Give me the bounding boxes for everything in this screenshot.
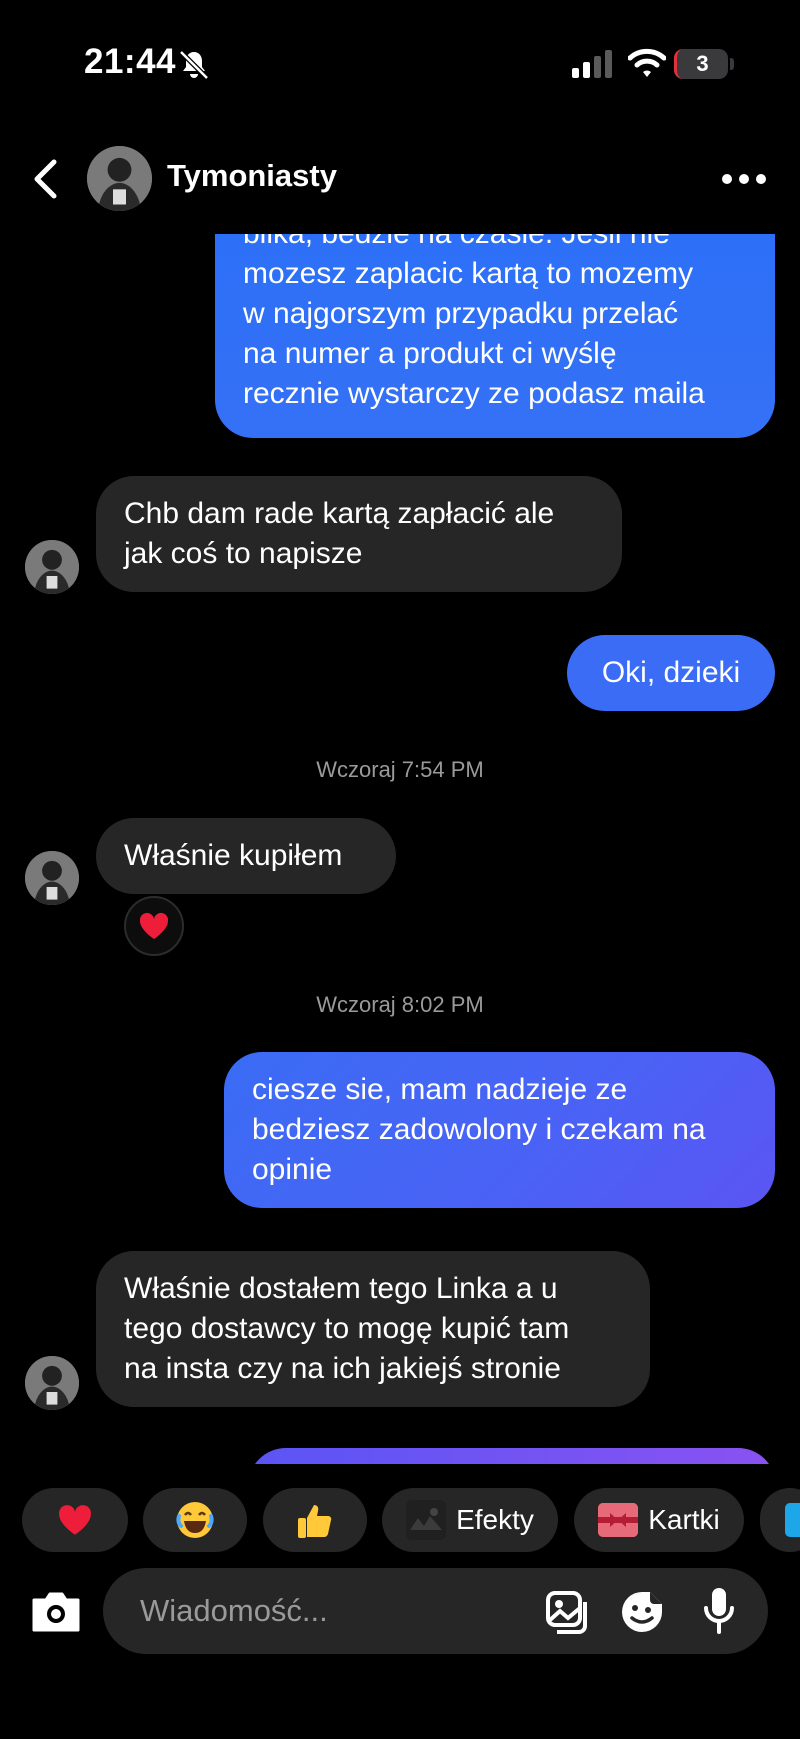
microphone-icon[interactable] bbox=[702, 1586, 736, 1636]
outgoing-message[interactable]: Oki, dzieki bbox=[567, 635, 775, 711]
contact-avatar[interactable] bbox=[87, 146, 152, 211]
wifi-icon bbox=[628, 48, 666, 77]
sender-avatar[interactable] bbox=[25, 540, 79, 594]
gallery-icon[interactable] bbox=[545, 1590, 591, 1634]
quick-reaction-laugh[interactable] bbox=[143, 1488, 247, 1552]
sender-avatar[interactable] bbox=[25, 851, 79, 905]
heart-icon bbox=[59, 1505, 91, 1535]
quick-reaction-heart[interactable] bbox=[22, 1488, 128, 1552]
timestamp: Wczoraj 8:02 PM bbox=[316, 992, 484, 1017]
contact-name[interactable]: Tymoniasty bbox=[167, 158, 337, 194]
silent-bell-icon bbox=[179, 50, 209, 80]
incoming-message[interactable]: Właśnie dostałem tego Linka a u tego dos… bbox=[96, 1251, 650, 1407]
effects-icon bbox=[406, 1500, 447, 1540]
back-arrow-icon[interactable] bbox=[30, 158, 60, 200]
sticker-icon bbox=[785, 1503, 800, 1537]
battery-nub bbox=[730, 58, 734, 70]
outgoing-message[interactable]: blika, bedzie na czasie. Jesli nie mozes… bbox=[215, 234, 775, 438]
cards-button[interactable]: Kartki bbox=[574, 1488, 744, 1552]
sticker-face-icon[interactable] bbox=[620, 1590, 666, 1634]
message-input-placeholder: Wiadomość... bbox=[140, 1593, 328, 1628]
camera-icon[interactable] bbox=[30, 1590, 82, 1634]
outgoing-message-partial[interactable] bbox=[248, 1448, 776, 1464]
laughing-face-icon bbox=[176, 1502, 214, 1538]
more-quick-options[interactable] bbox=[760, 1488, 800, 1552]
more-options-icon[interactable] bbox=[722, 172, 766, 186]
heart-reaction-icon[interactable] bbox=[124, 896, 184, 956]
message-list[interactable]: blika, bedzie na czasie. Jesli nie mozes… bbox=[0, 234, 800, 1464]
cards-label: Kartki bbox=[648, 1504, 720, 1535]
thumbs-up-icon bbox=[298, 1505, 332, 1538]
effects-button[interactable]: Efekty bbox=[382, 1488, 558, 1552]
battery-indicator: 3 bbox=[674, 49, 728, 79]
signal-icon bbox=[572, 50, 612, 78]
card-icon bbox=[598, 1503, 639, 1537]
incoming-message[interactable]: Właśnie kupiłem bbox=[96, 818, 396, 894]
incoming-message[interactable]: Chb dam rade kartą zapłacić ale jak coś … bbox=[96, 476, 622, 592]
quick-reaction-thumbs-up[interactable] bbox=[263, 1488, 367, 1552]
sender-avatar[interactable] bbox=[25, 1356, 79, 1410]
timestamp: Wczoraj 7:54 PM bbox=[316, 757, 484, 782]
status-time: 21:44 bbox=[84, 42, 177, 81]
outgoing-message[interactable]: ciesze sie, mam nadzieje ze bedziesz zad… bbox=[224, 1052, 775, 1208]
effects-label: Efekty bbox=[456, 1504, 534, 1535]
